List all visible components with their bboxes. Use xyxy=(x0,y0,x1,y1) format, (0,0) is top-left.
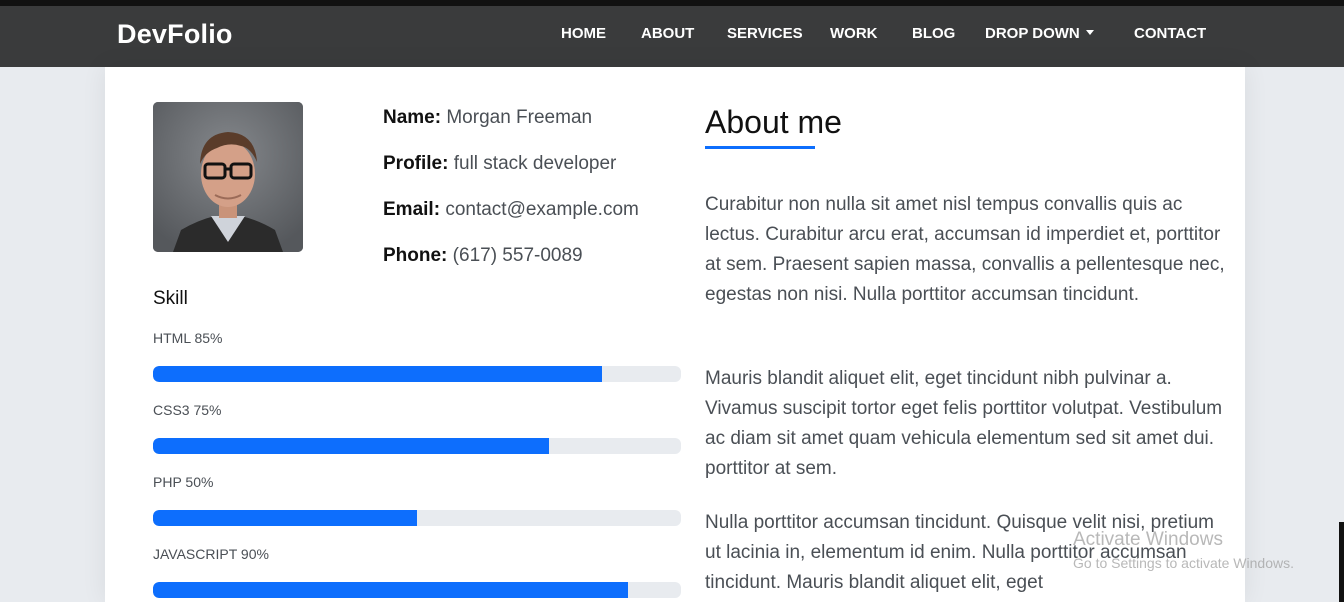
info-phone-value: (617) 557-0089 xyxy=(452,245,583,266)
info-email-label: Email: xyxy=(383,199,441,220)
skill-fill-javascript xyxy=(153,582,629,598)
nav-dropdown-label: DROP DOWN xyxy=(985,25,1080,42)
info-profile-label: Profile: xyxy=(383,153,449,174)
skill-label-css3: CSS3 75% xyxy=(153,402,222,418)
activate-windows-subtitle: Go to Settings to activate Windows. xyxy=(1073,555,1294,571)
main-nav: HOME ABOUT SERVICES WORK BLOG DROP DOWN … xyxy=(0,25,1344,45)
info-profile: Profile: full stack developer xyxy=(383,153,616,175)
about-paragraph-1: Curabitur non nulla sit amet nisl tempus… xyxy=(705,194,1225,305)
skill-bar-html xyxy=(153,366,681,382)
skill-fill-php xyxy=(153,510,417,526)
nav-blog[interactable]: BLOG xyxy=(912,25,955,42)
nav-dropdown[interactable]: DROP DOWN xyxy=(985,25,1094,42)
info-email: Email: contact@example.com xyxy=(383,199,639,221)
about-paragraph-2: Mauris blandit aliquet elit, eget tincid… xyxy=(705,368,1223,479)
about-paragraph-3: Nulla porttitor accumsan tincidunt. Quis… xyxy=(705,512,1215,593)
nav-home[interactable]: HOME xyxy=(561,25,606,42)
profile-photo-image xyxy=(153,102,303,252)
caret-down-icon xyxy=(1085,30,1094,35)
skill-label-html: HTML 85% xyxy=(153,330,223,346)
nav-services[interactable]: SERVICES xyxy=(727,25,803,42)
info-name-label: Name: xyxy=(383,107,442,128)
navbar: DevFolio HOME ABOUT SERVICES WORK BLOG D… xyxy=(0,6,1344,67)
nav-contact[interactable]: CONTACT xyxy=(1134,25,1206,42)
activate-windows-title: Activate Windows xyxy=(1073,529,1223,550)
info-phone-label: Phone: xyxy=(383,245,448,266)
skill-label-php: PHP 50% xyxy=(153,474,214,490)
skill-bar-php xyxy=(153,510,681,526)
profile-photo xyxy=(153,102,303,252)
info-name-value: Morgan Freeman xyxy=(446,107,593,128)
skill-bar-css3 xyxy=(153,438,681,454)
window-edge xyxy=(1339,522,1344,602)
info-name: Name: Morgan Freeman xyxy=(383,107,592,129)
info-profile-value: full stack developer xyxy=(453,153,617,174)
info-phone: Phone: (617) 557-0089 xyxy=(383,245,583,267)
skill-fill-html xyxy=(153,366,602,382)
about-title: About me xyxy=(705,104,842,140)
skill-title: Skill xyxy=(153,288,188,309)
info-email-value: contact@example.com xyxy=(445,199,639,220)
skill-bar-javascript xyxy=(153,582,681,598)
nav-work[interactable]: WORK xyxy=(830,25,878,42)
about-card: Name: Morgan Freeman Profile: full stack… xyxy=(105,67,1245,602)
skill-fill-css3 xyxy=(153,438,549,454)
nav-about[interactable]: ABOUT xyxy=(641,25,694,42)
skill-label-javascript: JAVASCRIPT 90% xyxy=(153,546,269,562)
about-title-underline xyxy=(705,146,815,149)
